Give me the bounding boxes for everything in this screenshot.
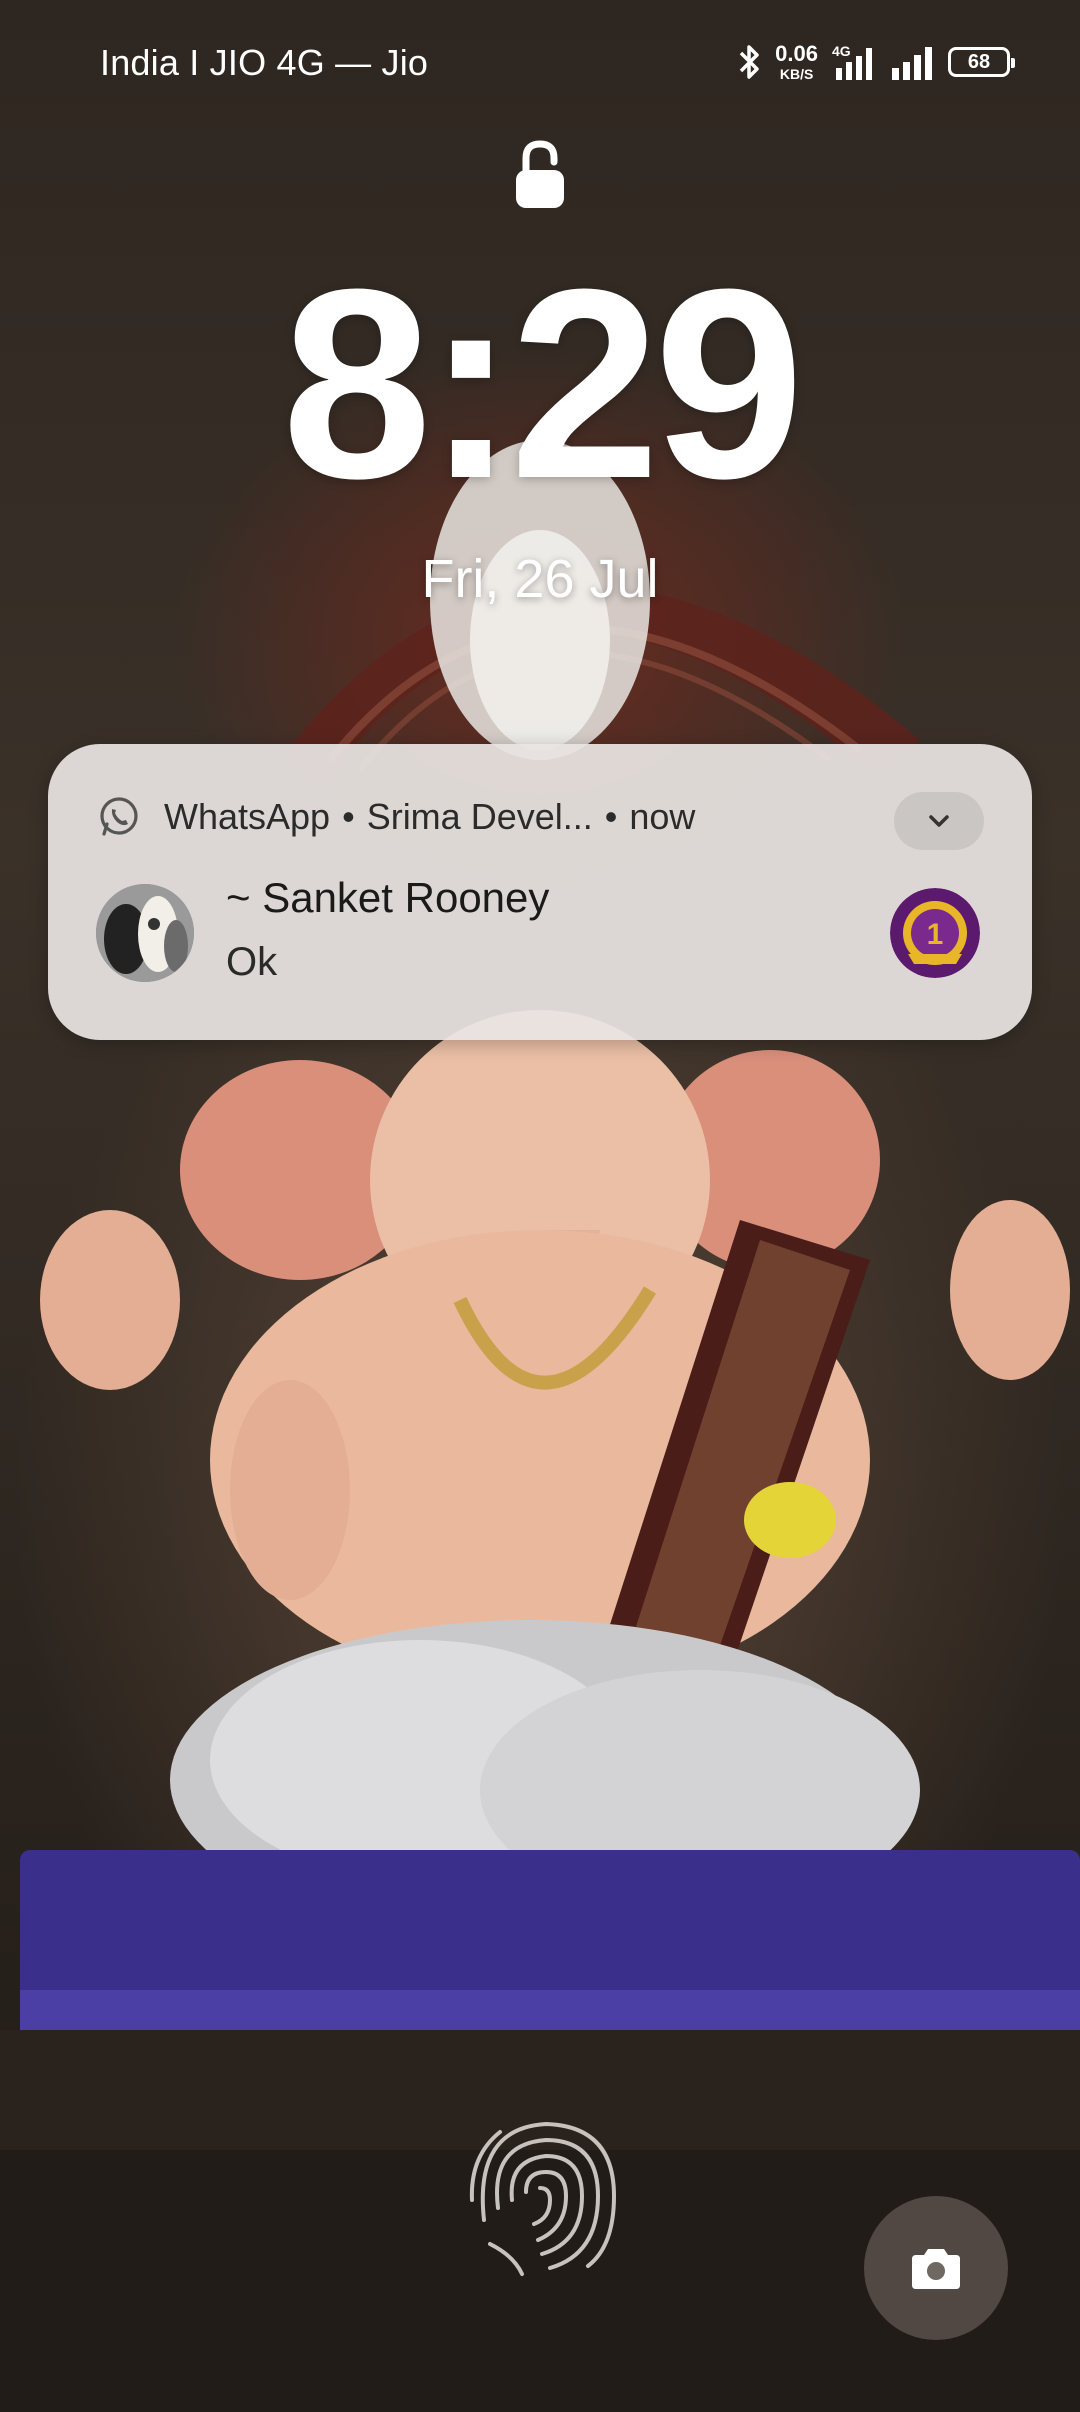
notification-app-name: WhatsApp bbox=[164, 796, 331, 837]
fingerprint-icon[interactable] bbox=[450, 2096, 630, 2280]
clock-date: Fri, 26 Jul bbox=[421, 549, 659, 609]
expand-button[interactable] bbox=[894, 792, 984, 850]
whatsapp-icon bbox=[100, 797, 138, 836]
chevron-down-icon bbox=[929, 815, 949, 827]
bluetooth-icon bbox=[739, 45, 759, 79]
notification-header: WhatsApp • Srima Devel... • now bbox=[96, 794, 695, 840]
lock-open-icon[interactable] bbox=[514, 140, 566, 210]
notification-sender: ~ Sanket Rooney bbox=[226, 874, 550, 921]
net-speed: 0.06 KB/S bbox=[775, 41, 818, 82]
whatsapp-notification[interactable]: WhatsApp • Srima Devel... • now ~ Sanket… bbox=[48, 744, 1032, 1040]
notification-time: now bbox=[629, 796, 696, 837]
camera-button[interactable] bbox=[864, 2196, 1008, 2340]
badge-number: 1 bbox=[927, 918, 944, 951]
battery-icon: 68 bbox=[948, 47, 1015, 77]
separator-dot: • bbox=[342, 796, 355, 837]
camera-icon bbox=[912, 2249, 960, 2289]
group-badge-icon: 1 bbox=[890, 888, 980, 978]
avatar bbox=[96, 884, 194, 982]
notification-message: Ok bbox=[226, 940, 278, 984]
notification-group: Srima Devel... bbox=[366, 796, 593, 837]
clock-time: 8:29 bbox=[281, 234, 804, 535]
signal-icon bbox=[892, 47, 932, 80]
status-bar: India I JIO 4G — Jio 0.06 KB/S 4G 68 bbox=[0, 0, 1080, 120]
status-icons: 0.06 KB/S 4G 68 bbox=[735, 40, 1015, 84]
svg-text:4G: 4G bbox=[832, 43, 851, 59]
battery-level: 68 bbox=[967, 50, 991, 73]
net-speed-unit: KB/S bbox=[779, 66, 814, 82]
carrier-label: India I JIO 4G — Jio bbox=[100, 42, 429, 83]
signal-4g-icon: 4G bbox=[832, 43, 872, 80]
net-speed-value: 0.06 bbox=[775, 41, 818, 66]
lock-screen: India I JIO 4G — Jio 0.06 KB/S 4G 68 8:2… bbox=[0, 0, 1080, 2412]
separator-dot: • bbox=[604, 796, 618, 837]
